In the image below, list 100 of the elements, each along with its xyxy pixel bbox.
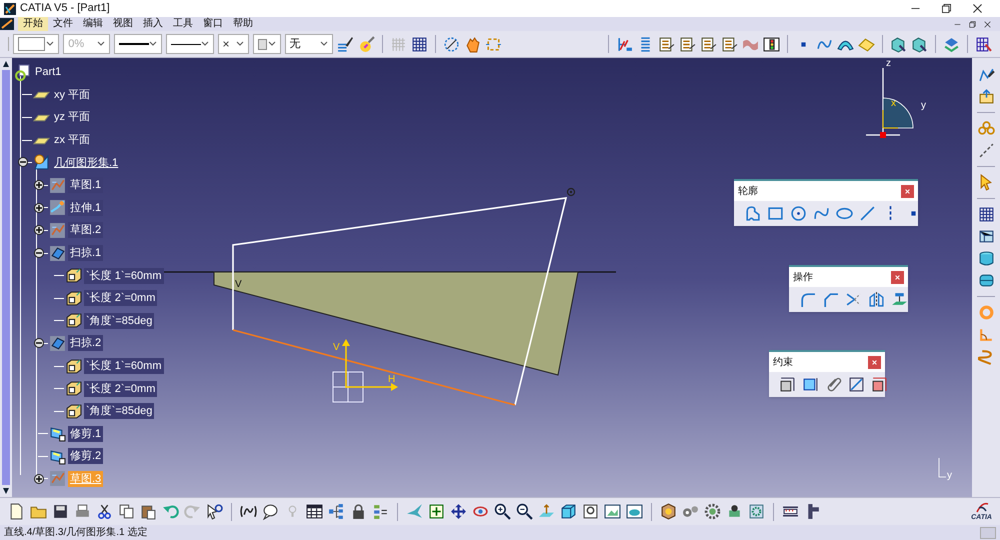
cube-icon[interactable]: [560, 503, 577, 520]
projection-icon[interactable]: [891, 291, 908, 308]
tree-item-label[interactable]: `长度 1`=60mm: [84, 268, 164, 284]
tree-item-label[interactable]: 修剪.2: [68, 448, 104, 464]
scroll-up-icon[interactable]: [2, 60, 10, 68]
collapse-icon[interactable]: [34, 338, 44, 348]
tree-item-label[interactable]: 扫掠.2: [68, 335, 104, 352]
cube-pencil-icon[interactable]: [890, 36, 908, 52]
layer-filter-dropdown[interactable]: [252, 34, 281, 54]
cursor-icon[interactable]: [978, 174, 994, 191]
dotted-circle-icon[interactable]: [442, 36, 460, 52]
pointer-icon[interactable]: [206, 503, 223, 520]
tree-item-label[interactable]: `角度`=85deg: [84, 312, 154, 329]
grid-icon[interactable]: [978, 206, 994, 223]
tree-item-label[interactable]: zx 平面: [52, 132, 92, 148]
menu-item[interactable]: 视图: [108, 17, 138, 31]
sketch-icon[interactable]: [49, 176, 66, 194]
tree-item-label[interactable]: yz 平面: [52, 109, 92, 126]
angle-icon[interactable]: [978, 326, 994, 343]
gears-icon[interactable]: [682, 503, 699, 520]
line-weight-dropdown[interactable]: [166, 34, 214, 54]
list-icon[interactable]: [372, 503, 389, 520]
circle-icon[interactable]: [790, 205, 807, 222]
paintbrush-icon[interactable]: [336, 36, 354, 52]
expand-icon[interactable]: [34, 474, 44, 484]
zoom-in-icon[interactable]: [494, 503, 511, 520]
tree-scrollbar[interactable]: [0, 58, 12, 497]
tree-item-label[interactable]: 草图.1: [68, 177, 104, 194]
grid-icon[interactable]: [410, 36, 428, 52]
color-dropdown[interactable]: [12, 34, 60, 54]
document-list-icon[interactable]: [658, 36, 676, 52]
grid-pencil-icon[interactable]: [974, 36, 992, 52]
menu-item[interactable]: 工具: [168, 17, 198, 31]
cylinder-icon[interactable]: [978, 250, 994, 267]
menu-item[interactable]: 编辑: [78, 17, 108, 31]
parameter-icon[interactable]: [65, 358, 82, 375]
scroll-down-icon[interactable]: [2, 487, 10, 495]
clipboard-icon[interactable]: [140, 503, 157, 520]
layer-dropdown[interactable]: 无: [284, 34, 333, 54]
close-icon[interactable]: [983, 20, 992, 28]
tree-item-label[interactable]: xy 平面: [52, 86, 92, 103]
geometric-set-icon[interactable]: [33, 154, 50, 172]
speech-bubble-icon[interactable]: [262, 503, 279, 520]
gear-icon[interactable]: [704, 503, 721, 520]
traffic-light-icon[interactable]: [763, 36, 780, 52]
document-icon[interactable]: [8, 503, 25, 520]
dashed-line-icon[interactable]: [978, 142, 994, 159]
dimension-icon[interactable]: [802, 376, 819, 393]
cylinder-icon[interactable]: [978, 272, 994, 289]
copy-icon[interactable]: [118, 503, 135, 520]
line-type-dropdown[interactable]: [114, 34, 162, 54]
parameter-icon[interactable]: [65, 290, 82, 307]
table-icon[interactable]: [306, 503, 323, 520]
tree-diagram-icon[interactable]: [328, 503, 345, 520]
sketch-pencil-icon[interactable]: [978, 66, 994, 83]
tree-item-label[interactable]: `长度 2`=0mm: [84, 290, 158, 306]
tree-item-label[interactable]: 拉伸.1: [68, 200, 104, 216]
tree-item-label[interactable]: 草图.2: [68, 222, 104, 238]
function-icon[interactable]: [240, 503, 257, 520]
padlock-icon[interactable]: [350, 503, 367, 520]
coil-icon[interactable]: [978, 348, 994, 365]
sweep-icon[interactable]: [49, 334, 66, 352]
restore-icon[interactable]: [940, 2, 953, 15]
menu-item[interactable]: 窗口: [198, 17, 228, 31]
fit-all-icon[interactable]: [428, 503, 445, 520]
hand-icon[interactable]: [464, 36, 481, 52]
trim-surface-icon[interactable]: [49, 448, 66, 465]
cube-pencil-icon[interactable]: [911, 36, 928, 52]
tree-item-label[interactable]: `长度 1`=60mm: [84, 358, 164, 374]
compass[interactable]: [865, 67, 914, 138]
normal-view-icon[interactable]: [538, 503, 555, 520]
document-list-icon[interactable]: [700, 36, 718, 52]
menu-item[interactable]: 文件: [48, 17, 78, 31]
expand-icon[interactable]: [34, 225, 44, 236]
render-icon[interactable]: [660, 503, 677, 520]
corner-arc-icon[interactable]: [799, 291, 816, 308]
tree-item-label[interactable]: 几何图形集.1: [52, 154, 120, 171]
profile-outline-icon[interactable]: [744, 205, 761, 222]
sweep-icon[interactable]: [49, 244, 66, 262]
close-button[interactable]: [891, 270, 904, 284]
trim-surface-icon[interactable]: [49, 425, 66, 442]
picture-frame-icon[interactable]: [626, 503, 643, 520]
app-logo-icon[interactable]: [0, 18, 14, 30]
menu-item[interactable]: 帮助: [228, 17, 258, 31]
dimension-icon[interactable]: [779, 376, 796, 393]
collapse-icon[interactable]: [34, 248, 44, 258]
mirror-icon[interactable]: [868, 291, 885, 308]
exit-box-icon[interactable]: [978, 88, 994, 105]
view-box-icon[interactable]: [978, 228, 994, 245]
scissors-icon[interactable]: [96, 503, 113, 520]
document-list-icon[interactable]: [721, 36, 738, 52]
menu-item[interactable]: 开始: [18, 17, 48, 31]
help-box-icon[interactable]: [582, 503, 599, 520]
parameter-icon[interactable]: [65, 380, 82, 398]
tree-item-label[interactable]: 扫掠.1: [68, 245, 104, 262]
sphere-icon[interactable]: [358, 36, 375, 52]
paperclip-icon[interactable]: [825, 376, 842, 393]
dimension-icon[interactable]: [871, 376, 888, 393]
spline-icon[interactable]: [813, 205, 830, 222]
document-list-icon[interactable]: [679, 36, 696, 52]
